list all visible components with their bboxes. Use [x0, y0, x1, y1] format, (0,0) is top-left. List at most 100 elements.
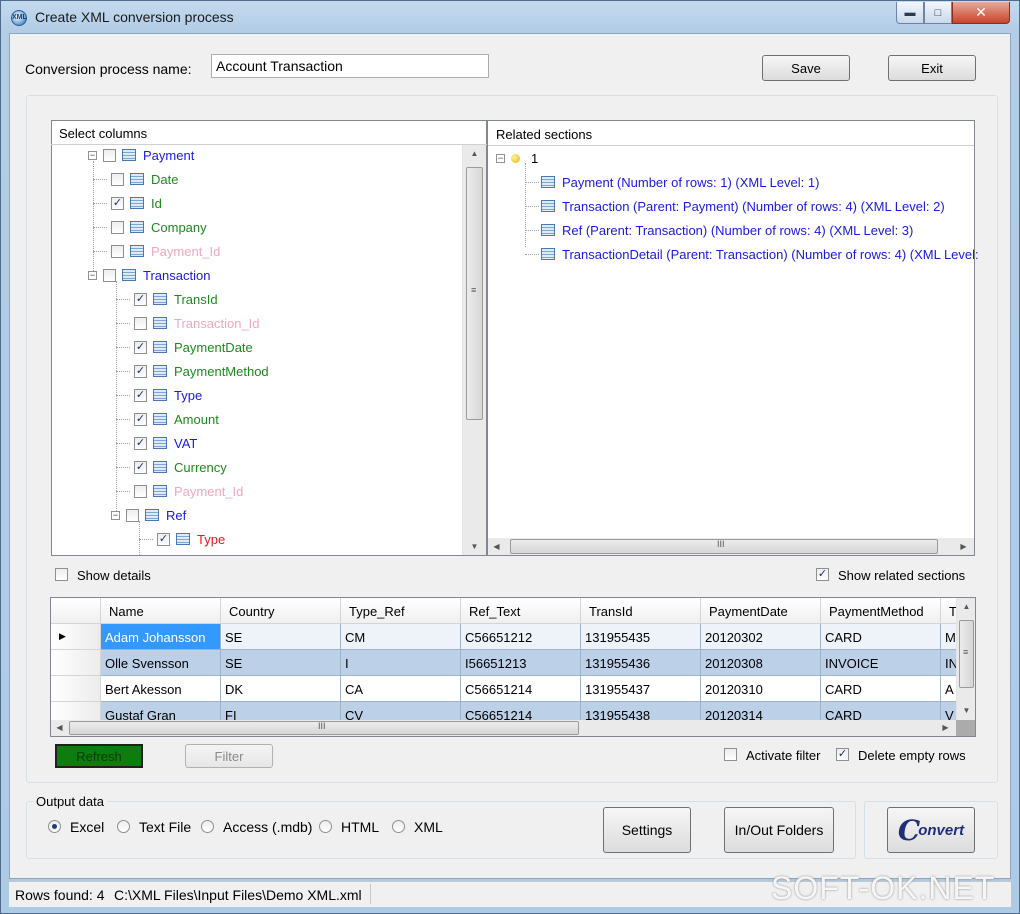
- scroll-down-icon[interactable]: ▼: [466, 538, 483, 555]
- grid-cell[interactable]: 131955438: [581, 702, 701, 720]
- grid-cell[interactable]: 131955437: [581, 676, 701, 702]
- grid-cell[interactable]: Bert Akesson: [101, 676, 221, 702]
- convert-button[interactable]: C onvert: [887, 807, 975, 853]
- tree-node-checkbox[interactable]: [103, 268, 116, 282]
- related-root-node[interactable]: − 1: [496, 147, 538, 169]
- grid-cell[interactable]: 131955435: [581, 624, 701, 650]
- grid-cell[interactable]: 131955436: [581, 650, 701, 676]
- tree-node-checkbox[interactable]: [134, 316, 147, 330]
- grid-cell[interactable]: I56651213: [461, 650, 581, 676]
- grid-column-header[interactable]: TransId: [581, 598, 701, 624]
- tree-node-transaction[interactable]: − Transaction: [88, 264, 210, 286]
- tree-node-payment[interactable]: − Payment: [88, 145, 194, 166]
- tree-node-date[interactable]: Date: [93, 168, 178, 190]
- tree-node-ref[interactable]: − Ref: [111, 504, 186, 526]
- tree-node-checkbox[interactable]: ✓: [111, 196, 124, 210]
- grid-cell[interactable]: C56651214: [461, 676, 581, 702]
- grid-cell[interactable]: SE: [221, 650, 341, 676]
- output-radio-text-file[interactable]: [117, 820, 130, 833]
- grid-horizontal-scrollbar[interactable]: ◀ III ▶: [51, 720, 956, 736]
- tree-node-company[interactable]: Company: [93, 216, 207, 238]
- grid-cell[interactable]: DK: [221, 676, 341, 702]
- title-bar[interactable]: XML Create XML conversion process ▬ □ ✕: [1, 1, 1019, 33]
- tree-node-id[interactable]: ✓ Id: [93, 192, 162, 214]
- tree-node-checkbox[interactable]: ✓: [134, 388, 147, 402]
- tree-node-type[interactable]: ✓ Type: [139, 528, 225, 550]
- tree-node-checkbox[interactable]: ✓: [134, 436, 147, 450]
- tree-node-transid[interactable]: ✓ TransId: [116, 288, 218, 310]
- minimize-button[interactable]: ▬: [896, 2, 924, 24]
- show-details-checkbox[interactable]: [55, 568, 68, 581]
- related-section-item[interactable]: TransactionDetail (Parent: Transaction) …: [525, 243, 979, 265]
- grid-cell[interactable]: Adam Johansson: [101, 624, 221, 650]
- related-sections-tree[interactable]: − 1 Payment (Number of rows: 1) (XML Lev…: [488, 146, 979, 538]
- grid-column-header[interactable]: PaymentDate: [701, 598, 821, 624]
- grid-cell[interactable]: 20120310: [701, 676, 821, 702]
- grid-cell[interactable]: V: [941, 702, 956, 720]
- tree-node-currency[interactable]: ✓ Currency: [116, 456, 227, 478]
- related-horizontal-scrollbar[interactable]: ◀ III ▶: [488, 538, 974, 555]
- grid-scroll-left-icon[interactable]: ◀: [51, 719, 68, 736]
- tree-node-paymentdate[interactable]: ✓ PaymentDate: [116, 336, 253, 358]
- grid-column-header[interactable]: Type_Ref: [341, 598, 461, 624]
- tree-node-type[interactable]: ✓ Type: [116, 384, 202, 406]
- grid-cell[interactable]: CARD: [821, 624, 941, 650]
- data-grid[interactable]: Name Country Type_Ref Ref_Text TransId Paymen…: [50, 597, 976, 737]
- output-radio-excel[interactable]: [48, 820, 61, 833]
- activate-filter-checkbox[interactable]: [724, 748, 737, 761]
- collapse-icon[interactable]: −: [111, 510, 120, 520]
- grid-cell[interactable]: M: [941, 624, 956, 650]
- columns-tree[interactable]: − Payment Date ✓ Id Company Payment_Id − Transac…: [52, 145, 462, 555]
- grid-cell[interactable]: C56651212: [461, 624, 581, 650]
- maximize-button[interactable]: □: [924, 2, 952, 24]
- grid-column-header[interactable]: Name: [101, 598, 221, 624]
- related-section-item[interactable]: Ref (Parent: Transaction) (Number of row…: [525, 219, 913, 241]
- grid-scroll-up-icon[interactable]: ▲: [958, 598, 975, 615]
- close-button[interactable]: ✕: [952, 2, 1010, 24]
- grid-cell[interactable]: Olle Svensson: [101, 650, 221, 676]
- tree-node-amount[interactable]: ✓ Amount: [116, 408, 219, 430]
- tree-node-checkbox[interactable]: ✓: [134, 460, 147, 474]
- grid-cell[interactable]: CARD: [821, 702, 941, 720]
- filter-button[interactable]: Filter: [185, 744, 273, 768]
- grid-row-header[interactable]: [51, 702, 101, 720]
- tree-node-checkbox[interactable]: ✓: [157, 532, 170, 546]
- columns-vertical-scrollbar[interactable]: ▲ ≡ ▼: [462, 145, 486, 555]
- grid-cell[interactable]: I: [341, 650, 461, 676]
- tree-node-transaction-id[interactable]: Transaction_Id: [116, 312, 260, 334]
- output-radio-xml[interactable]: [392, 820, 405, 833]
- tree-node-payment-id[interactable]: Payment_Id: [93, 240, 220, 262]
- grid-cell[interactable]: CARD: [821, 676, 941, 702]
- refresh-button[interactable]: Refresh: [55, 744, 143, 768]
- related-section-item[interactable]: Payment (Number of rows: 1) (XML Level: …: [525, 171, 819, 193]
- grid-cell[interactable]: SE: [221, 624, 341, 650]
- output-radio-html[interactable]: [319, 820, 332, 833]
- grid-cell[interactable]: 20120314: [701, 702, 821, 720]
- grid-cell[interactable]: CV: [341, 702, 461, 720]
- tree-node-checkbox[interactable]: ✓: [134, 292, 147, 306]
- tree-node-checkbox[interactable]: ✓: [134, 412, 147, 426]
- grid-cell[interactable]: 20120308: [701, 650, 821, 676]
- tree-node-checkbox[interactable]: [126, 508, 139, 522]
- output-radio-access-mdb-[interactable]: [201, 820, 214, 833]
- tree-node-checkbox[interactable]: ✓: [134, 364, 147, 378]
- related-section-item[interactable]: Transaction (Parent: Payment) (Number of…: [525, 195, 945, 217]
- grid-vertical-scrollbar[interactable]: ▲ ≡ ▼: [956, 598, 975, 720]
- grid-row-header[interactable]: [51, 650, 101, 676]
- collapse-icon[interactable]: −: [88, 270, 97, 280]
- grid-scroll-thumb[interactable]: ≡: [959, 620, 974, 688]
- tree-node-checkbox[interactable]: [111, 172, 124, 186]
- tree-node-checkbox[interactable]: [103, 148, 116, 162]
- tree-node-paymentmethod[interactable]: ✓ PaymentMethod: [116, 360, 269, 382]
- scroll-up-icon[interactable]: ▲: [466, 145, 483, 162]
- tree-node-checkbox[interactable]: [111, 244, 124, 258]
- collapse-icon[interactable]: −: [88, 150, 97, 160]
- grid-cell[interactable]: FI: [221, 702, 341, 720]
- tree-node-vat[interactable]: ✓ VAT: [116, 432, 197, 454]
- grid-hscroll-thumb[interactable]: III: [69, 721, 579, 735]
- collapse-icon[interactable]: −: [496, 153, 505, 163]
- related-scroll-thumb[interactable]: III: [510, 539, 938, 554]
- grid-cell[interactable]: C56651214: [461, 702, 581, 720]
- tree-node-checkbox[interactable]: [111, 220, 124, 234]
- exit-button[interactable]: Exit: [888, 55, 976, 81]
